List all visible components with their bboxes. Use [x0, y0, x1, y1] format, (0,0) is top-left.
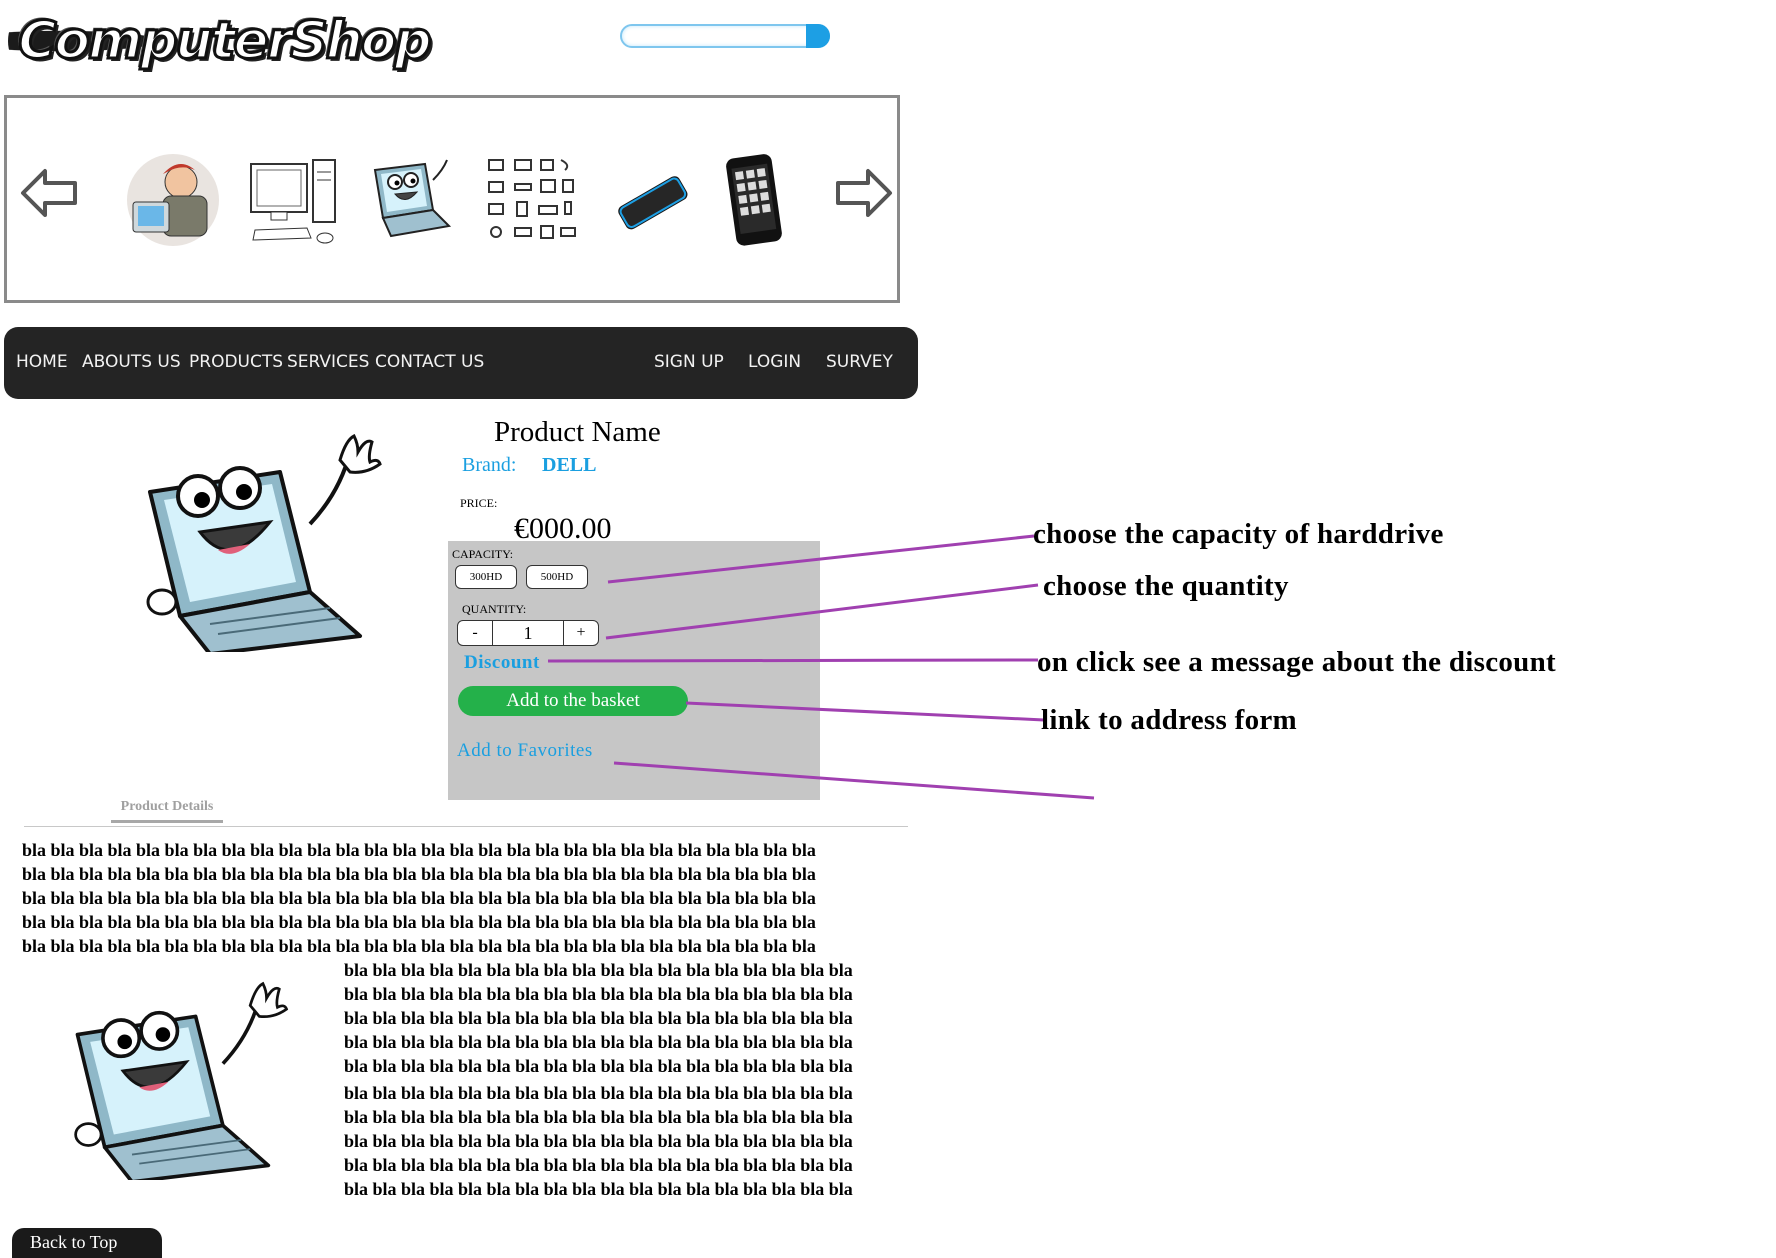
details-image	[74, 981, 289, 1180]
details-text-line: bla bla bla bla bla bla bla bla bla bla …	[344, 984, 853, 1004]
annotation-quantity: choose the quantity	[1043, 570, 1289, 602]
details-text-line: bla bla bla bla bla bla bla bla bla bla …	[344, 1032, 853, 1052]
details-text-line: bla bla bla bla bla bla bla bla bla bla …	[22, 888, 816, 908]
details-text-line: bla bla bla bla bla bla bla bla bla bla …	[344, 1008, 853, 1028]
annotation-capacity: choose the capacity of harddrive	[1033, 518, 1444, 550]
details-text-line: bla bla bla bla bla bla bla bla bla bla …	[344, 1056, 853, 1076]
back-to-top-button[interactable]: Back to Top	[12, 1228, 162, 1258]
details-text-line: bla bla bla bla bla bla bla bla bla bla …	[22, 840, 816, 860]
tab-divider	[24, 826, 908, 827]
details-text-line: bla bla bla bla bla bla bla bla bla bla …	[344, 1131, 853, 1151]
annotation-discount: on click see a message about the discoun…	[1037, 646, 1556, 678]
details-text-line: bla bla bla bla bla bla bla bla bla bla …	[344, 1179, 853, 1199]
annotation-basket: link to address form	[1041, 704, 1298, 736]
details-text-line: bla bla bla bla bla bla bla bla bla bla …	[22, 864, 816, 884]
details-text-line: bla bla bla bla bla bla bla bla bla bla …	[22, 936, 816, 956]
details-text-line: bla bla bla bla bla bla bla bla bla bla …	[22, 912, 816, 932]
details-text-line: bla bla bla bla bla bla bla bla bla bla …	[344, 1107, 853, 1127]
details-text-line: bla bla bla bla bla bla bla bla bla bla …	[344, 960, 853, 980]
details-text-line: bla bla bla bla bla bla bla bla bla bla …	[344, 1083, 853, 1103]
details-text-line: bla bla bla bla bla bla bla bla bla bla …	[344, 1155, 853, 1175]
tab-product-details[interactable]: Product Details	[111, 799, 223, 823]
